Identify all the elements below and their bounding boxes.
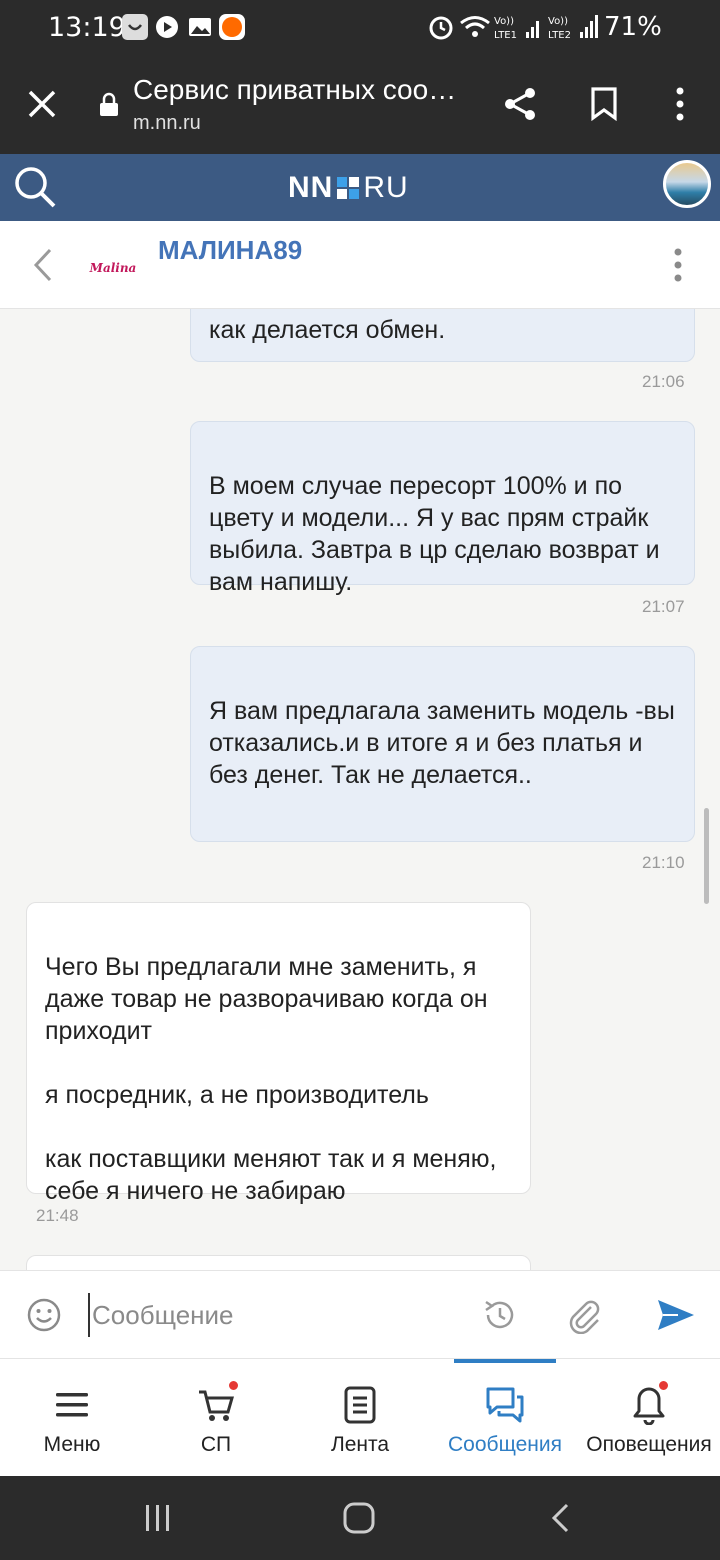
status-time: 13:19	[48, 12, 126, 43]
message-bubble-outgoing: В моем случае пересорт 100% и по цвету и…	[190, 421, 695, 596]
nav-item-messages[interactable]: Сообщения	[448, 1359, 562, 1477]
nav-label: Меню	[43, 1433, 101, 1456]
bookmark-icon[interactable]	[580, 80, 628, 128]
feed-icon	[343, 1383, 377, 1427]
user-avatar[interactable]	[663, 160, 711, 208]
svg-text:Vo)): Vo))	[548, 16, 568, 27]
nav-label: Лента	[330, 1433, 390, 1456]
more-icon[interactable]	[656, 80, 704, 128]
svg-text:Vo)): Vo))	[494, 16, 514, 27]
wifi-icon	[460, 16, 490, 37]
notification-icon	[122, 14, 148, 40]
nav-item-notifications[interactable]: Оповещения	[584, 1359, 714, 1477]
message-text: Чего Вы предлагали мне заменить, я даже …	[45, 953, 497, 1205]
message-bubble-incoming: Чего Вы предлагали мне заменить, я даже …	[26, 902, 531, 1205]
lock-icon	[98, 92, 120, 123]
recents-icon[interactable]	[134, 1494, 182, 1542]
page-url[interactable]: m.nn.ru	[133, 112, 201, 135]
search-icon[interactable]	[12, 164, 58, 215]
bottom-navigation: Меню СП Лента Сообщения Оповещения	[0, 1358, 720, 1476]
site-header: NN RU	[0, 154, 720, 221]
chat-header: Malina МАЛИНА89	[0, 221, 720, 309]
battery-level: 71%	[604, 12, 662, 42]
status-bar: 13:19 Vo)) LTE1 Vo)) LTE2 71%	[0, 0, 720, 56]
message-input[interactable]	[88, 1293, 458, 1337]
attachment-icon[interactable]	[560, 1291, 608, 1339]
logo-text-right: RU	[363, 171, 409, 204]
nav-item-menu[interactable]: Меню	[20, 1359, 124, 1477]
emoji-icon[interactable]	[20, 1291, 68, 1339]
logo-text-left: NN	[288, 171, 334, 204]
close-icon[interactable]	[18, 80, 66, 128]
chat-more-icon[interactable]	[670, 247, 686, 288]
back-icon[interactable]	[28, 247, 58, 288]
browser-toolbar: Сервис приватных соо… m.nn.ru	[0, 56, 720, 154]
nav-label: Сообщения	[448, 1433, 562, 1456]
home-icon[interactable]	[335, 1494, 383, 1542]
message-time: 21:07	[642, 597, 685, 616]
svg-text:LTE2: LTE2	[548, 30, 571, 41]
contact-avatar[interactable]: Malina	[88, 243, 138, 293]
signal-lte2-icon: Vo)) LTE2	[548, 15, 598, 41]
message-bubble-outgoing: как делается обмен.	[190, 309, 695, 362]
messages-icon	[485, 1383, 525, 1427]
gallery-icon	[187, 14, 213, 40]
logo-squares-icon	[337, 177, 360, 199]
alarm-icon	[429, 16, 453, 40]
badge-dot	[657, 1379, 670, 1392]
history-icon[interactable]	[476, 1291, 524, 1339]
scrollbar[interactable]	[704, 808, 709, 904]
badge-dot	[227, 1379, 240, 1392]
bell-icon	[631, 1379, 670, 1427]
message-list[interactable]: как делается обмен. 21:06 В моем случае …	[0, 309, 720, 1270]
nav-item-sp[interactable]: СП	[164, 1359, 268, 1477]
message-composer	[0, 1270, 720, 1358]
system-back-icon[interactable]	[537, 1494, 585, 1542]
message-text: как делается обмен.	[209, 316, 446, 344]
nav-label: Оповещения	[586, 1433, 712, 1456]
signal-lte1-icon: Vo)) LTE1	[494, 16, 539, 41]
svg-text:LTE1: LTE1	[494, 30, 517, 41]
contact-avatar-text: Malina	[89, 261, 137, 275]
message-time: 21:48	[36, 1206, 79, 1225]
message-bubble-outgoing: Я вам предлагала заменить модель -вы отк…	[190, 646, 695, 842]
share-icon[interactable]	[496, 80, 544, 128]
page-title: Сервис приватных соо…	[133, 74, 457, 105]
cart-icon	[197, 1379, 240, 1427]
app-icon	[219, 14, 245, 40]
contact-name[interactable]: МАЛИНА89	[158, 235, 302, 266]
media-icon	[154, 14, 180, 40]
system-navigation	[0, 1476, 720, 1560]
message-bubble-incoming	[26, 1255, 531, 1270]
message-time: 21:06	[642, 372, 685, 391]
nav-label: СП	[200, 1433, 232, 1456]
nav-item-feed[interactable]: Лента	[308, 1359, 412, 1477]
message-time: 21:10	[642, 853, 685, 872]
menu-icon	[54, 1383, 90, 1427]
send-icon[interactable]	[652, 1291, 700, 1339]
message-text: В моем случае пересорт 100% и по цвету и…	[209, 472, 660, 596]
message-text: Я вам предлагала заменить модель -вы отк…	[209, 697, 675, 789]
site-logo[interactable]: NN RU	[288, 170, 409, 206]
